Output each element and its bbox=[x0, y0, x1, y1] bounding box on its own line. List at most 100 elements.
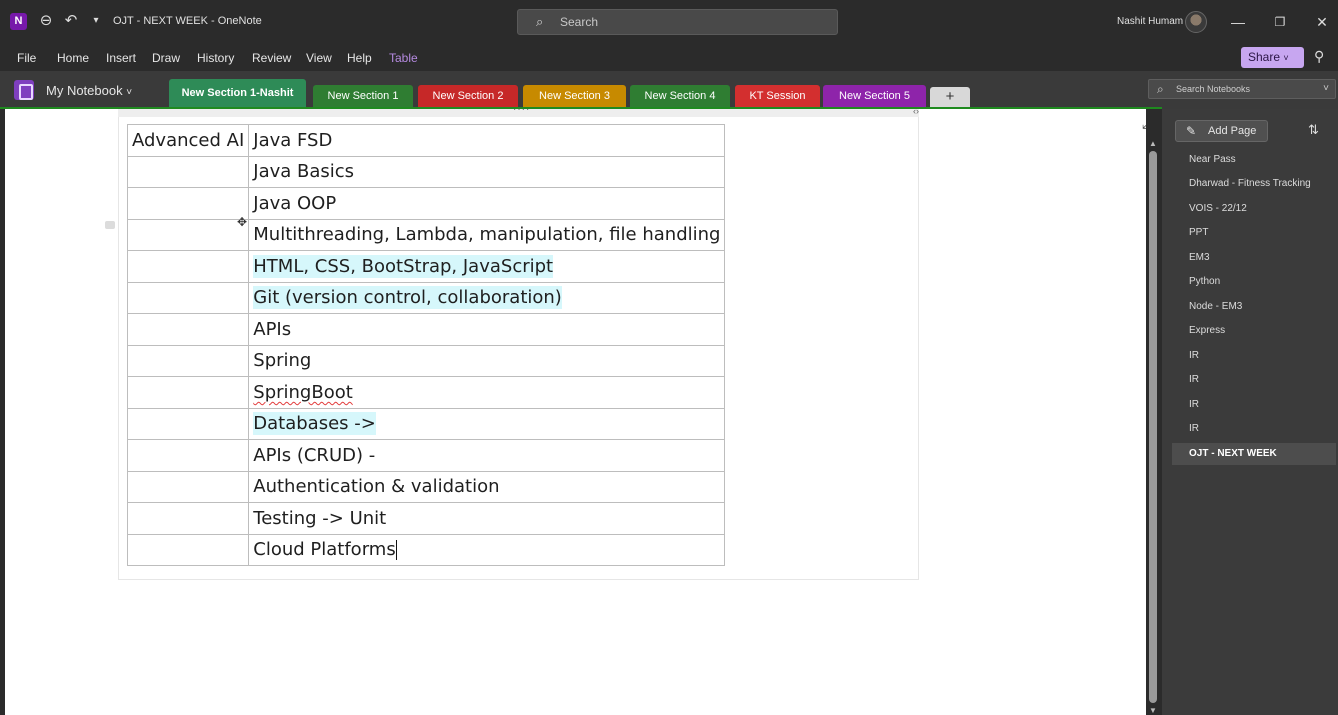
table-cell[interactable]: Spring bbox=[248, 344, 726, 377]
scroll-up-icon[interactable]: ▲ bbox=[1149, 139, 1157, 148]
highlighted-text: Git (version control, collaboration) bbox=[253, 286, 562, 310]
chevron-down-icon: ˅ bbox=[1283, 53, 1289, 63]
table-cell[interactable] bbox=[126, 187, 250, 220]
section-tab-new-section-2[interactable]: New Section 2 bbox=[418, 85, 518, 107]
text-caret bbox=[395, 540, 397, 561]
resize-icon[interactable]: ‹› bbox=[913, 109, 919, 116]
section-tab-new-section-4[interactable]: New Section 4 bbox=[630, 85, 730, 107]
drag-dots-icon[interactable]: ···· bbox=[513, 109, 530, 115]
highlighted-text: Databases -> bbox=[253, 412, 376, 436]
page-item-dharwad[interactable]: Dharwad - Fitness Tracking bbox=[1172, 173, 1336, 195]
table-cell[interactable] bbox=[126, 533, 250, 566]
section-tab-new-section-1-nashit[interactable]: New Section 1-Nashit bbox=[169, 79, 306, 107]
page-item-near-pass[interactable]: Near Pass bbox=[1172, 149, 1336, 171]
page-item-ir[interactable]: IR bbox=[1172, 418, 1336, 440]
page-item-ir[interactable]: IR bbox=[1172, 369, 1336, 391]
table-cell[interactable] bbox=[126, 250, 250, 283]
sort-icon[interactable]: ⇅ bbox=[1308, 122, 1319, 138]
page-item-express[interactable]: Express bbox=[1172, 320, 1336, 342]
page-item-ojt-next-week[interactable]: OJT - NEXT WEEK bbox=[1172, 443, 1336, 465]
table-cell[interactable] bbox=[126, 313, 250, 346]
page-item-ir[interactable]: IR bbox=[1172, 345, 1336, 367]
table-cell[interactable]: APIs (CRUD) - bbox=[248, 439, 726, 472]
menu-review[interactable]: Review bbox=[252, 51, 291, 65]
table-cell[interactable]: HTML, CSS, BootStrap, JavaScript bbox=[248, 250, 726, 283]
table-cell[interactable]: Java Basics bbox=[248, 155, 726, 188]
section-tab-new-section-3[interactable]: New Section 3 bbox=[523, 85, 626, 107]
page-item-python[interactable]: Python bbox=[1172, 271, 1336, 293]
table-cell[interactable] bbox=[126, 439, 250, 472]
menu-view[interactable]: View bbox=[306, 51, 332, 65]
add-page-button[interactable]: ✎ Add Page bbox=[1175, 120, 1268, 142]
page-canvas[interactable]: ···· ‹› Advanced AI Java FSD Java Basics… bbox=[5, 109, 1146, 715]
menu-help[interactable]: Help bbox=[347, 51, 372, 65]
menu-home[interactable]: Home bbox=[57, 51, 89, 65]
page-item-vois[interactable]: VOIS - 22/12 bbox=[1172, 198, 1336, 220]
page-item-em3[interactable]: EM3 bbox=[1172, 247, 1336, 269]
menu-table[interactable]: Table bbox=[389, 51, 418, 65]
search-input[interactable]: ⌕ Search bbox=[517, 9, 838, 35]
table-cell[interactable]: Authentication & validation bbox=[248, 470, 726, 503]
page-item-ir[interactable]: IR bbox=[1172, 394, 1336, 416]
share-label: Share bbox=[1248, 50, 1281, 64]
minimize-icon[interactable]: — bbox=[1228, 12, 1248, 32]
table-cell[interactable] bbox=[126, 376, 250, 409]
menu-insert[interactable]: Insert bbox=[106, 51, 136, 65]
menu-draw[interactable]: Draw bbox=[152, 51, 180, 65]
note-table[interactable]: Advanced AI Java FSD Java Basics Java OO… bbox=[126, 124, 726, 566]
page-item-node-em3[interactable]: Node - EM3 bbox=[1172, 296, 1336, 318]
feedback-icon[interactable]: ⚲ bbox=[1314, 48, 1324, 65]
table-cell[interactable]: Databases -> bbox=[248, 407, 726, 440]
table-cell[interactable]: Git (version control, collaboration) bbox=[248, 281, 726, 314]
section-tab-new-section-5[interactable]: New Section 5 bbox=[823, 85, 926, 107]
table-cell[interactable]: Testing -> Unit bbox=[248, 502, 726, 535]
search-placeholder: Search bbox=[560, 15, 599, 29]
table-row: Databases -> bbox=[126, 407, 726, 440]
table-cell[interactable]: Cloud Platforms bbox=[248, 533, 726, 566]
user-name[interactable]: Nashit Humam bbox=[1117, 16, 1183, 27]
table-row: Java Basics bbox=[126, 155, 726, 188]
table-cell[interactable] bbox=[126, 470, 250, 503]
table-cell[interactable] bbox=[126, 218, 250, 251]
document-title: OJT - NEXT WEEK - OneNote bbox=[113, 15, 262, 27]
restore-icon[interactable]: ❐ bbox=[1270, 12, 1290, 32]
note-container-handle[interactable]: ···· ‹› bbox=[118, 109, 919, 117]
back-icon[interactable]: ⊖ bbox=[36, 11, 56, 31]
search-notebooks-input[interactable]: ⌕ Search Notebooks ˅ bbox=[1148, 79, 1336, 99]
notebook-selector[interactable]: My Notebook ˅ bbox=[46, 83, 132, 98]
table-row: Java OOP bbox=[126, 187, 726, 220]
table-cell[interactable] bbox=[126, 344, 250, 377]
close-icon[interactable]: ✕ bbox=[1312, 12, 1332, 32]
scroll-down-icon[interactable]: ▼ bbox=[1149, 706, 1157, 715]
table-cell[interactable] bbox=[126, 407, 250, 440]
notebook-icon[interactable] bbox=[14, 80, 34, 100]
table-row: Cloud Platforms bbox=[126, 533, 726, 566]
table-cell[interactable] bbox=[126, 281, 250, 314]
share-button[interactable]: Share ˅ bbox=[1241, 47, 1304, 68]
section-tab-kt-session[interactable]: KT Session bbox=[735, 85, 820, 107]
table-row: Authentication & validation bbox=[126, 470, 726, 503]
table-cell[interactable]: Multithreading, Lambda, manipulation, fi… bbox=[248, 218, 726, 251]
section-tab-new-section-1[interactable]: New Section 1 bbox=[313, 85, 413, 107]
chevron-down-icon[interactable]: ˅ bbox=[1323, 83, 1329, 94]
avatar[interactable] bbox=[1185, 11, 1207, 33]
menu-file[interactable]: File bbox=[17, 51, 36, 65]
page-item-ppt[interactable]: PPT bbox=[1172, 222, 1336, 244]
page-scrollbar[interactable]: ▲ ▼ bbox=[1146, 137, 1160, 715]
table-cell[interactable]: Advanced AI bbox=[126, 124, 250, 157]
expand-icon[interactable]: ⤢ bbox=[1142, 115, 1146, 132]
add-section-button[interactable]: + bbox=[930, 87, 970, 107]
customize-icon[interactable]: ▾ bbox=[86, 11, 106, 31]
table-cell[interactable] bbox=[126, 155, 250, 188]
table-cell[interactable]: APIs bbox=[248, 313, 726, 346]
table-row: HTML, CSS, BootStrap, JavaScript bbox=[126, 250, 726, 283]
table-cell[interactable]: Java OOP bbox=[248, 187, 726, 220]
table-cell[interactable] bbox=[126, 502, 250, 535]
scrollbar-thumb[interactable] bbox=[1149, 151, 1157, 703]
table-cell[interactable]: Java FSD bbox=[248, 124, 726, 157]
row-handle[interactable] bbox=[105, 221, 115, 229]
menu-history[interactable]: History bbox=[197, 51, 234, 65]
table-cell[interactable]: SpringBoot bbox=[248, 376, 726, 409]
undo-icon[interactable]: ↶ bbox=[61, 11, 81, 31]
search-icon: ⌕ bbox=[1157, 82, 1164, 96]
